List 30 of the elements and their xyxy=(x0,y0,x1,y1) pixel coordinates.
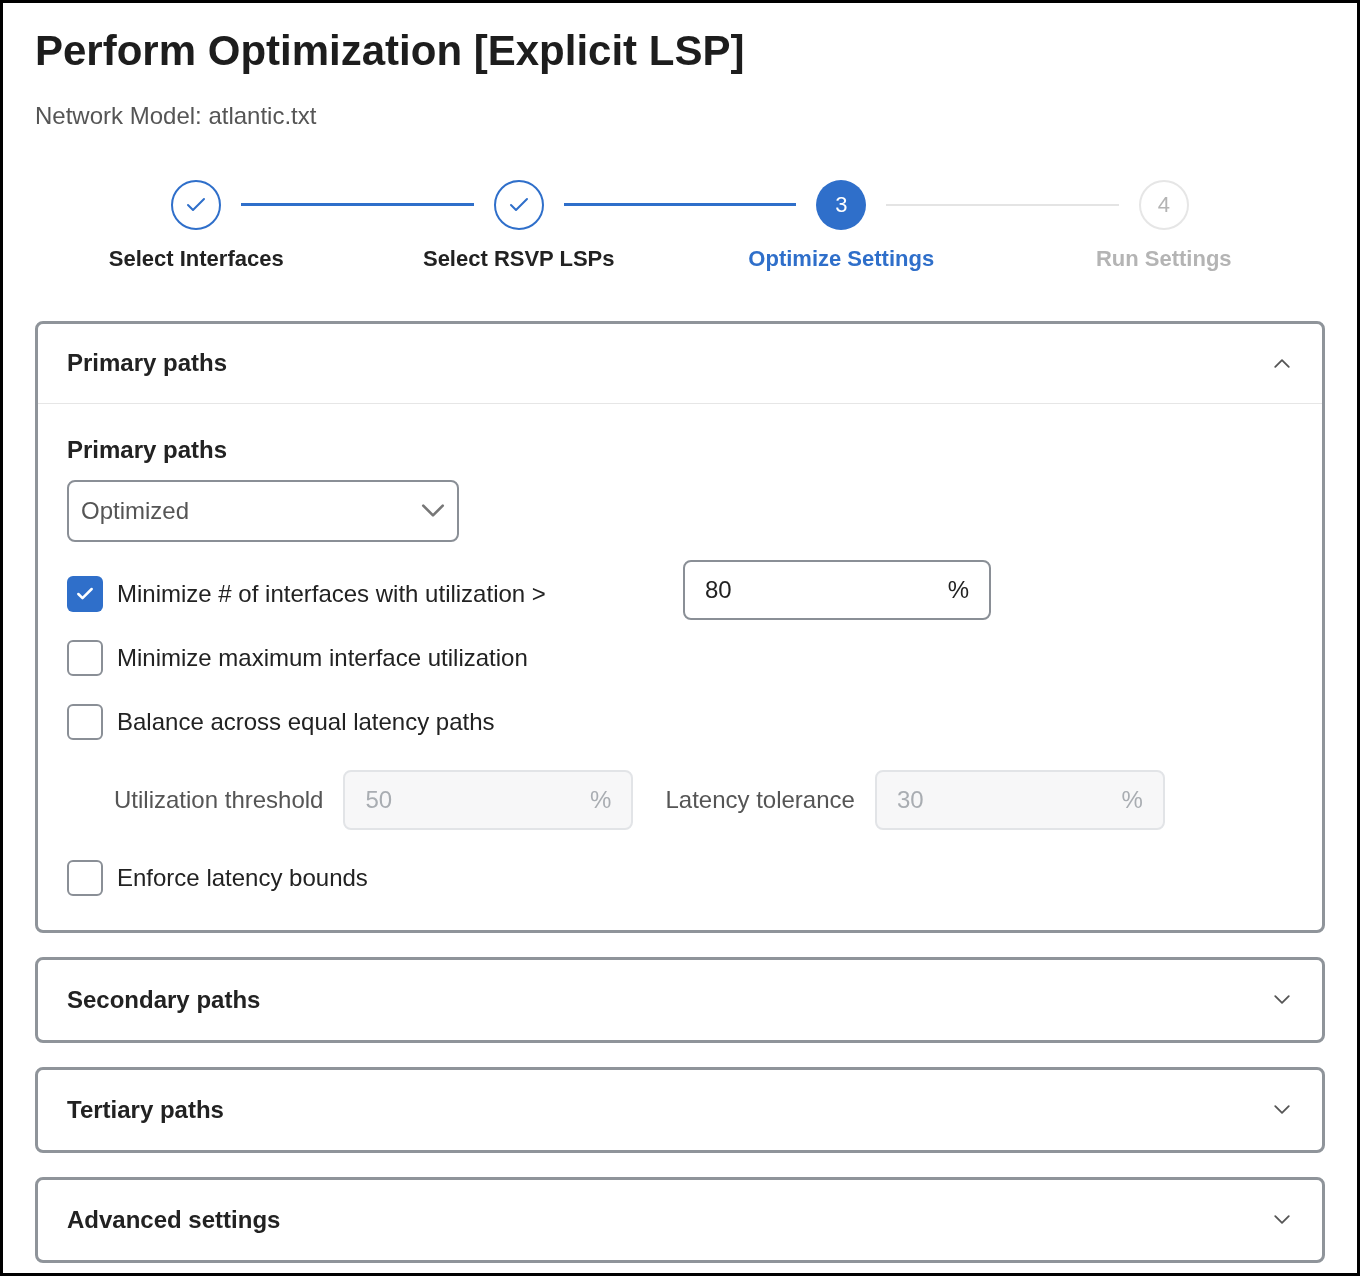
step-label: Select Interfaces xyxy=(108,244,284,273)
select-label: Primary paths xyxy=(67,434,229,465)
checkbox-label: Minimize maximum interface utilization xyxy=(117,642,528,673)
accordion-header[interactable]: Secondary paths xyxy=(38,959,1322,1040)
step-label: Select RSVP LSPs xyxy=(422,244,615,273)
checkbox[interactable] xyxy=(67,859,103,896)
accordion-header[interactable]: Primary paths xyxy=(38,323,1322,404)
chevron-down-icon xyxy=(1274,1215,1290,1224)
chevron-down-icon xyxy=(1274,995,1290,1004)
field-label: Utilization threshold xyxy=(114,784,324,815)
step-number: 4 xyxy=(1138,179,1189,230)
network-model-label: Network Model: atlantic.txt xyxy=(35,100,318,131)
chevron-up-icon xyxy=(1274,358,1290,368)
step-label: Optimize Settings xyxy=(748,244,935,273)
accordion-header[interactable]: Advanced settings xyxy=(38,1179,1322,1260)
checkbox[interactable] xyxy=(67,703,103,740)
field-label: Latency tolerance xyxy=(665,784,855,815)
checkbox-label: Minimize # of interfaces with utilization > xyxy=(117,578,546,609)
select-dropdown[interactable]: Optimized xyxy=(67,479,459,542)
chevron-down-icon xyxy=(421,504,445,517)
step-label: Run Settings xyxy=(1095,244,1232,273)
checkbox[interactable] xyxy=(67,639,103,676)
checkbox[interactable] xyxy=(67,575,103,612)
checkbox-label: Enforce latency bounds xyxy=(117,862,368,893)
checkbox-label: Balance across equal latency paths xyxy=(117,706,495,737)
chevron-down-icon xyxy=(1274,1105,1290,1114)
accordion-header[interactable]: Tertiary paths xyxy=(38,1069,1322,1150)
input-field[interactable]: 80 % xyxy=(683,559,991,620)
step-number: 3 xyxy=(816,179,867,230)
page-title: Perform Optimization [Explicit LSP] xyxy=(35,26,746,76)
